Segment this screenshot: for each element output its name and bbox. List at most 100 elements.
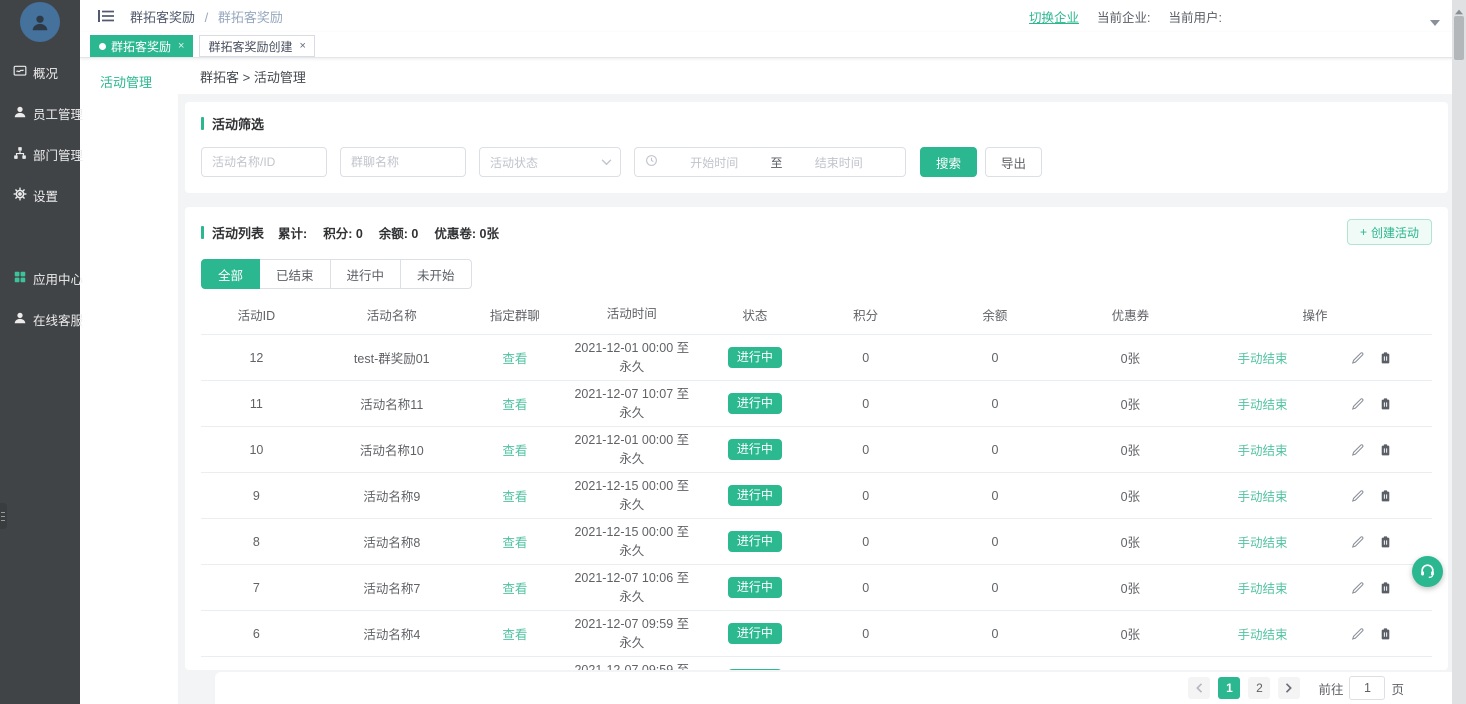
cell-points: 0 <box>804 487 927 505</box>
col-status: 状态 <box>706 303 804 326</box>
page-button-1[interactable]: 1 <box>1218 677 1240 699</box>
tab-all[interactable]: 全部 <box>201 259 260 289</box>
view-group-link[interactable]: 查看 <box>502 582 527 596</box>
sidebar-item-staff[interactable]: 员工管理 <box>0 93 80 134</box>
edit-icon[interactable] <box>1351 443 1365 457</box>
active-dot-icon <box>99 43 106 50</box>
status-filter-tabs: 全部 已结束 进行中 未开始 <box>201 259 1432 289</box>
vertical-scrollbar[interactable] <box>1452 0 1466 704</box>
customer-service-button[interactable] <box>1412 556 1443 587</box>
create-activity-button[interactable]: + 创建活动 <box>1347 219 1432 245</box>
close-icon[interactable]: × <box>299 40 305 52</box>
cell-points: 0 <box>804 579 927 597</box>
goto-label: 前往 <box>1318 679 1343 698</box>
table-row: 9 活动名称9 查看 2021-12-15 00:00 至 永久 进行中 0 0… <box>201 473 1432 519</box>
activity-table: 活动ID 活动名称 指定群聊 活动时间 状态 积分 余额 优惠券 操作 12 t… <box>201 295 1432 670</box>
edit-icon[interactable] <box>1351 351 1365 365</box>
tag-active[interactable]: 群拓客奖励 × <box>90 35 193 57</box>
manual-end-link[interactable]: 手动结束 <box>1237 578 1287 597</box>
manual-end-link[interactable]: 手动结束 <box>1237 394 1287 413</box>
status-badge: 进行中 <box>728 669 782 670</box>
view-group-link[interactable]: 查看 <box>502 536 527 550</box>
sidebar-item-overview[interactable]: 概况 <box>0 52 80 93</box>
table-row: 8 活动名称8 查看 2021-12-15 00:00 至 永久 进行中 0 0… <box>201 519 1432 565</box>
date-range-picker[interactable]: 开始时间 至 结束时间 <box>634 147 906 177</box>
delete-icon[interactable] <box>1379 351 1392 365</box>
delete-icon[interactable] <box>1379 627 1392 641</box>
edit-icon[interactable] <box>1351 535 1365 549</box>
main-sidebar: 概况 员工管理 部门管理 设置 应用中心 在线客服 <box>0 0 80 704</box>
sidebar-item-label: 应用中心 <box>33 269 83 288</box>
manual-end-link[interactable]: 手动结束 <box>1237 532 1287 551</box>
submenu-item-activity-management[interactable]: 活动管理 <box>100 72 178 91</box>
sidebar-item-label: 员工管理 <box>33 104 83 123</box>
cell-activity-name: 活动名称8 <box>312 530 472 553</box>
cell-activity-time: 2021-12-01 00:00 至 永久 <box>558 429 706 469</box>
sidebar-item-label: 设置 <box>33 186 58 205</box>
delete-icon[interactable] <box>1379 489 1392 503</box>
search-button[interactable]: 搜索 <box>920 147 977 177</box>
user-dropdown-caret-icon[interactable] <box>1430 14 1440 29</box>
view-group-link[interactable]: 查看 <box>502 352 527 366</box>
scrollbar-thumb[interactable] <box>1454 16 1464 60</box>
tag-inactive[interactable]: 群拓客奖励创建 × <box>199 35 314 57</box>
tab-not-started[interactable]: 未开始 <box>400 259 472 289</box>
view-group-link[interactable]: 查看 <box>502 444 527 458</box>
edit-icon[interactable] <box>1351 627 1365 641</box>
cell-coupons: 0张 <box>1063 530 1198 553</box>
tab-running[interactable]: 进行中 <box>330 259 402 289</box>
manual-end-link[interactable]: 手动结束 <box>1237 348 1287 367</box>
page-button-2[interactable]: 2 <box>1248 677 1270 699</box>
cell-coupons: 0张 <box>1063 484 1198 507</box>
cell-points: 0 <box>804 533 927 551</box>
delete-icon[interactable] <box>1379 535 1392 549</box>
breadcrumb-primary[interactable]: 群拓客奖励 <box>130 10 195 25</box>
apps-icon <box>13 270 27 287</box>
current-company-label: 当前企业: <box>1097 7 1150 26</box>
goto-page-input[interactable] <box>1349 676 1385 700</box>
activity-name-input[interactable] <box>201 147 327 177</box>
manual-end-link[interactable]: 手动结束 <box>1237 624 1287 643</box>
section-accent-bar <box>201 117 204 130</box>
edit-icon[interactable] <box>1351 581 1365 595</box>
cell-activity-time: 2021-12-01 00:00 至 永久 <box>558 337 706 377</box>
clock-icon <box>645 154 658 170</box>
switch-company-link[interactable]: 切换企业 <box>1029 7 1079 26</box>
edit-icon[interactable] <box>1351 397 1365 411</box>
chevron-down-icon <box>601 155 612 169</box>
manual-end-link[interactable]: 手动结束 <box>1237 440 1287 459</box>
cell-activity-time: 2021-12-15 00:00 至 永久 <box>558 521 706 561</box>
drawer-handle[interactable] <box>0 503 7 529</box>
tab-ended[interactable]: 已结束 <box>259 259 331 289</box>
view-group-link[interactable]: 查看 <box>502 490 527 504</box>
view-group-link[interactable]: 查看 <box>502 628 527 642</box>
table-header-row: 活动ID 活动名称 指定群聊 活动时间 状态 积分 余额 优惠券 操作 <box>201 295 1432 335</box>
hamburger-icon[interactable] <box>90 5 122 27</box>
manual-end-link[interactable]: 手动结束 <box>1237 486 1287 505</box>
prev-page-button[interactable] <box>1188 677 1210 699</box>
sidebar-item-department[interactable]: 部门管理 <box>0 134 80 175</box>
view-group-link[interactable]: 查看 <box>502 398 527 412</box>
table-row: 10 活动名称10 查看 2021-12-01 00:00 至 永久 进行中 0… <box>201 427 1432 473</box>
close-icon[interactable]: × <box>178 40 184 52</box>
delete-icon[interactable] <box>1379 443 1392 457</box>
col-points: 积分 <box>804 303 927 326</box>
cell-coupons: 0张 <box>1063 346 1198 369</box>
cell-coupons: 0张 <box>1063 576 1198 599</box>
export-button[interactable]: 导出 <box>985 147 1042 177</box>
delete-icon[interactable] <box>1379 397 1392 411</box>
plus-icon: + <box>1360 225 1367 239</box>
edit-icon[interactable] <box>1351 489 1365 503</box>
sidebar-item-settings[interactable]: 设置 <box>0 175 80 216</box>
sidebar-item-app-center[interactable]: 应用中心 <box>0 258 80 299</box>
avatar[interactable] <box>20 2 60 42</box>
cell-activity-id: 6 <box>201 625 312 643</box>
activity-status-select[interactable]: 活动状态 <box>479 147 621 177</box>
delete-icon[interactable] <box>1379 581 1392 595</box>
next-page-button[interactable] <box>1278 677 1300 699</box>
tags-bar: 群拓客奖励 × 群拓客奖励创建 × <box>80 32 1466 58</box>
group-name-input[interactable] <box>340 147 466 177</box>
sidebar-item-online-service[interactable]: 在线客服 <box>0 299 80 340</box>
cell-balance: 0 <box>927 349 1062 367</box>
topbar: 群拓客奖励 / 群拓客奖励 切换企业 当前企业: 当前用户: <box>80 0 1466 32</box>
